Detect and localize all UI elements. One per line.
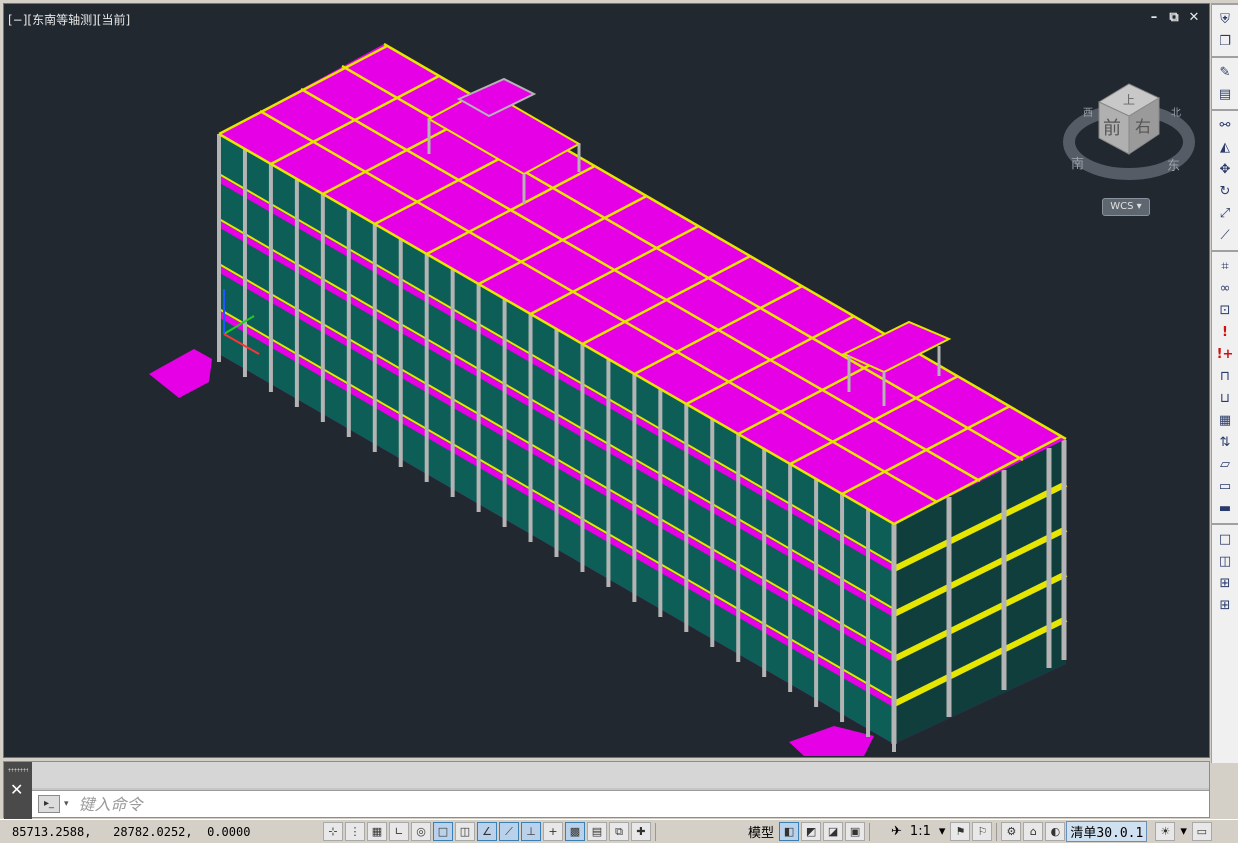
mirror-icon[interactable]: ◭ (1214, 137, 1236, 158)
annotation-monitor-icon[interactable]: ✚ (631, 822, 651, 841)
three-viewports-icon[interactable]: ⊞ (1214, 573, 1236, 594)
lineweight-icon[interactable]: + (543, 822, 563, 841)
lightbulb-icon[interactable]: ☀ (1155, 822, 1176, 841)
compass-east[interactable]: 东 (1167, 159, 1180, 174)
model-icon[interactable]: ◧ (779, 822, 800, 841)
compass-west[interactable]: 西 (1083, 108, 1093, 119)
3d-object-snap-icon[interactable]: ◫ (455, 822, 475, 841)
transparency-icon[interactable]: ▩ (565, 822, 585, 841)
close-icon[interactable]: ✕ (1187, 10, 1201, 25)
command-line-panel: ✕ ▸_ ▾ (3, 761, 1210, 819)
close-icon[interactable]: ✕ (10, 780, 23, 799)
copy-objects-icon[interactable]: ❐ (1214, 31, 1236, 52)
infer-constraints-icon[interactable]: ⊹ (323, 822, 343, 841)
two-viewports-icon[interactable]: ◫ (1214, 551, 1236, 572)
hardware-acceleration-icon[interactable]: ◐ (1045, 822, 1066, 841)
move-icon[interactable]: ✥ (1214, 159, 1236, 180)
compass-south[interactable]: 南 (1071, 156, 1084, 172)
shield-icon[interactable]: ⛨ (1214, 9, 1236, 30)
viewport-window-controls: – ⧉ ✕ (1147, 10, 1201, 25)
restore-icon[interactable]: ⧉ (1167, 10, 1181, 25)
polar-tracking-icon[interactable]: ◎ (411, 822, 431, 841)
viewcube-top[interactable]: 上 (1123, 93, 1135, 107)
viewcube-front[interactable]: 前 (1103, 118, 1121, 139)
properties-palette-icon[interactable]: ▤ (1214, 84, 1236, 105)
cad-application: [−][东南等轴测][当前] – ⧉ ✕ 上 前 右 南 东 西 北 WCS ▾… (0, 0, 1238, 843)
command-input-row: ▸_ ▾ (32, 790, 1209, 817)
quick-view-icon[interactable]: ▣ (845, 822, 866, 841)
swap-icon[interactable]: ⇅ (1214, 432, 1236, 453)
minimize-icon[interactable]: – (1147, 10, 1161, 25)
toolbar-group: □ ◫ ⊞ ⊞ (1212, 523, 1238, 620)
chevron-down-icon[interactable]: ▾ (1176, 824, 1191, 839)
command-prompt-icon[interactable]: ▸_ (38, 795, 60, 813)
snap-mode-icon[interactable]: ⋮ (345, 822, 365, 841)
dynamic-input-icon[interactable]: ⊥ (521, 822, 541, 841)
command-history (32, 762, 1209, 788)
model-space-label[interactable]: 模型 (744, 822, 778, 841)
stretch-icon[interactable]: ⟋ (1214, 225, 1236, 246)
viewcube-right[interactable]: 右 (1135, 117, 1151, 136)
dynamic-ucs-icon[interactable]: ⟋ (499, 822, 519, 841)
toolbar-group: ✎ ▤ (1212, 56, 1238, 109)
four-viewports-icon[interactable]: ⊞ (1214, 595, 1236, 616)
command-input[interactable] (78, 794, 679, 814)
scale-icon[interactable]: ⤢ (1214, 203, 1236, 224)
object-snap-icon[interactable]: □ (433, 822, 453, 841)
copy-icon[interactable]: ⚯ (1214, 115, 1236, 136)
glasses-frame-icon[interactable]: ⊡ (1214, 300, 1236, 321)
viewport-label[interactable]: [−][东南等轴测][当前] (8, 11, 130, 28)
auto-scale-icon[interactable]: ⚐ (972, 822, 993, 841)
annotation-scale[interactable]: 1:1 (906, 824, 935, 839)
ortho-mode-icon[interactable]: ∟ (389, 822, 409, 841)
layout1-icon[interactable]: ◩ (801, 822, 822, 841)
single-viewport-icon[interactable]: □ (1214, 529, 1236, 550)
building-model[interactable] (4, 4, 1210, 758)
object-snap-tracking-icon[interactable]: ∠ (477, 822, 497, 841)
clean-screen-icon[interactable]: ▭ (1191, 822, 1212, 841)
compass-north[interactable]: 北 (1171, 107, 1181, 119)
binoculars-icon[interactable]: ⌗ (1214, 256, 1236, 277)
unlock-icon[interactable]: ⊔ (1214, 388, 1236, 409)
layout2-icon[interactable]: ◪ (823, 822, 844, 841)
match-properties-icon[interactable]: ✎ (1214, 62, 1236, 83)
toolbar-group: ⌗ ∞ ⊡! !+ ⊓ ⊔ ▦ ⇅ ▱ ▭ ▬ (1212, 250, 1238, 523)
right-toolbar: ⛨ ❐ ✎ ▤ ⚯ ◭ ✥ ↻ ⤢ ⟋ ⌗ ∞ ⊡! !+ ⊓ ⊔ ▦ ⇅ ▱ ▭ ▬ □ ◫ ⊞ ⊞ (1211, 3, 1238, 763)
rotate-icon[interactable]: ↻ (1214, 181, 1236, 202)
gear-icon[interactable]: ⚙ (1001, 822, 1022, 841)
command-line-grip[interactable]: ✕ (4, 762, 32, 819)
ruler-icon[interactable]: ▬ (1214, 498, 1236, 519)
drawing-viewport[interactable]: [−][东南等轴测][当前] – ⧉ ✕ 上 前 右 南 东 西 北 WCS ▾ (3, 3, 1210, 758)
chevron-down-icon[interactable]: ▾ (64, 799, 69, 809)
chevron-down-icon[interactable]: ▾ (935, 824, 950, 839)
toolbar-group: ⚯ ◭ ✥ ↻ ⤢ ⟋ (1212, 109, 1238, 250)
exclamation-plus-icon[interactable]: !+ (1214, 344, 1236, 365)
toolbar-group: ⛨ ❐ (1212, 3, 1238, 56)
edit-shape-icon[interactable]: ▱ (1214, 454, 1236, 475)
selection-cycling-icon[interactable]: ⧉ (609, 822, 629, 841)
workspace-switch[interactable]: 清单30.0.1 (1066, 821, 1148, 842)
lock-icon[interactable]: ⊓ (1214, 366, 1236, 387)
annotation-visibility-icon[interactable]: ⚑ (950, 822, 971, 841)
frame-icon[interactable]: ▭ (1214, 476, 1236, 497)
lock-icon[interactable]: ⌂ (1023, 822, 1044, 841)
grid-table-icon[interactable]: ▦ (1214, 410, 1236, 431)
coordinate-readout[interactable]: 85713.2588, 28782.0252, 0.0000 (0, 825, 322, 839)
quick-properties-icon[interactable]: ▤ (587, 822, 607, 841)
viewcube[interactable]: 上 前 右 南 东 西 北 (1059, 72, 1199, 192)
exclamation-icon[interactable]: ! (1214, 322, 1236, 343)
wcs-menu-button[interactable]: WCS ▾ (1102, 198, 1150, 216)
annotation-scale-icon[interactable]: ✈ (873, 824, 906, 839)
glasses-icon[interactable]: ∞ (1214, 278, 1236, 299)
grid-display-icon[interactable]: ▦ (367, 822, 387, 841)
status-bar: 85713.2588, 28782.0252, 0.0000 ⊹ ⋮ ▦ ∟ ◎… (0, 819, 1238, 843)
